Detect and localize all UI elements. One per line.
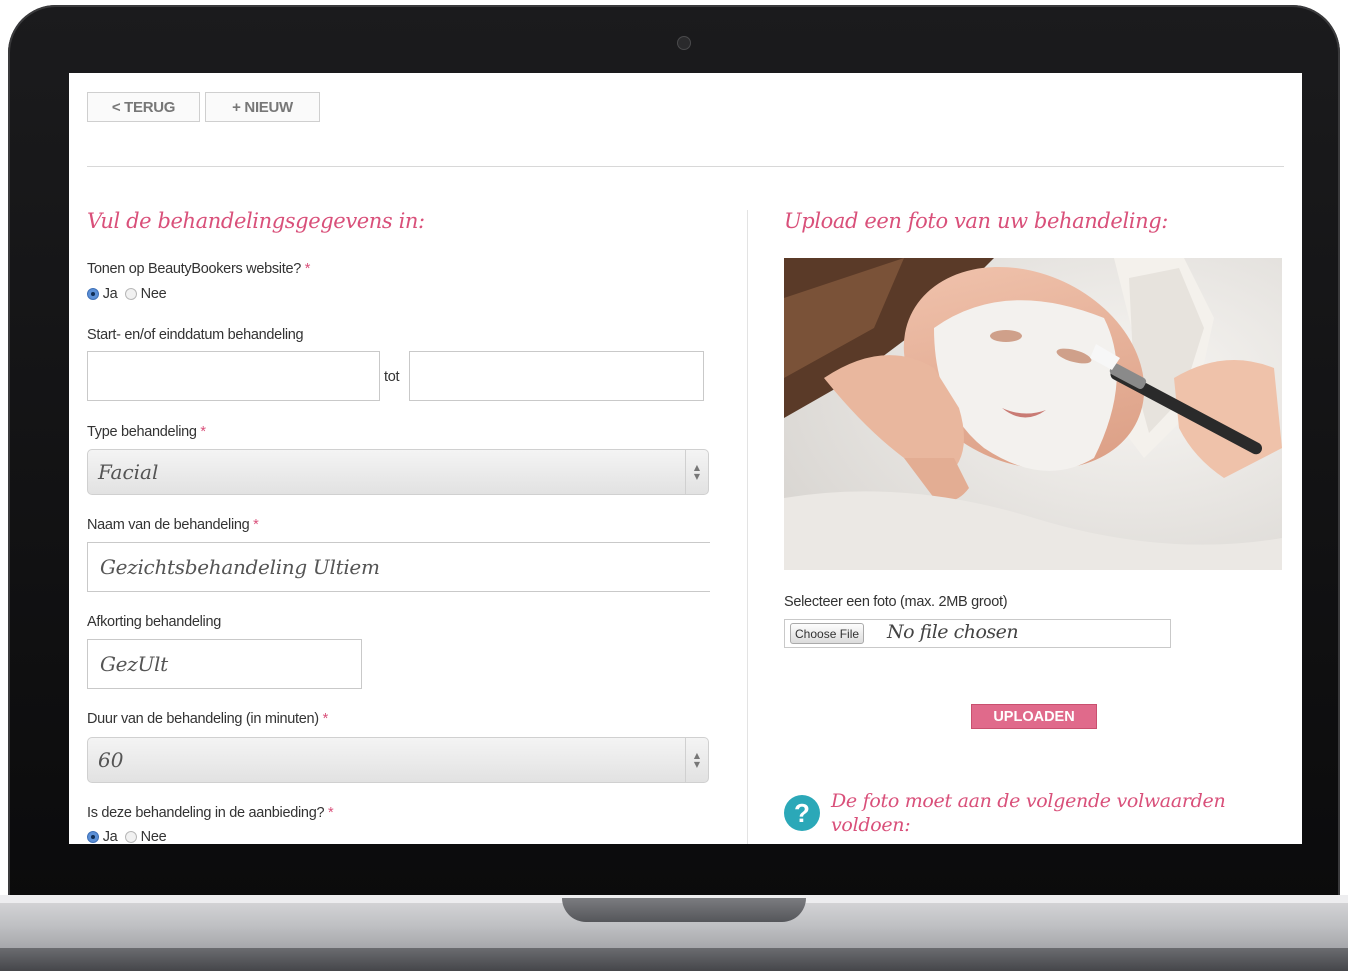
show-on-site-radio-group: Ja Nee [87, 286, 167, 302]
duration-label: Duur van de behandeling (in minuten) * [87, 711, 328, 727]
photo-requirements-text: De foto moet aan de volgende volwaarden … [831, 790, 1226, 836]
select-arrows-icon: ▲ ▼ [685, 738, 708, 782]
select-photo-label: Selecteer een foto (max. 2MB groot) [784, 594, 1008, 610]
name-input[interactable]: Gezichtsbehandeling Ultiem [87, 542, 710, 592]
file-input[interactable]: Choose File No file chosen [784, 619, 1171, 648]
abbreviation-label: Afkorting behandeling [87, 614, 221, 630]
start-date-input[interactable] [87, 351, 380, 401]
end-date-input[interactable] [409, 351, 704, 401]
name-label: Naam van de behandeling * [87, 517, 259, 533]
offer-radio-no-label: Nee [140, 829, 167, 844]
treatment-photo-illustration [784, 258, 1282, 570]
radio-no-label: Nee [140, 286, 167, 302]
type-label: Type behandeling * [87, 424, 206, 440]
type-select[interactable]: Facial ▲ ▼ [87, 449, 709, 495]
type-select-value: Facial [98, 460, 159, 484]
laptop-notch [562, 898, 806, 922]
required-mark: * [200, 424, 206, 440]
duration-select-value: 60 [98, 748, 124, 772]
choose-file-button[interactable]: Choose File [790, 623, 865, 644]
radio-yes[interactable] [87, 288, 99, 300]
back-button[interactable]: < TERUG [87, 92, 200, 122]
abbreviation-input[interactable]: GezUlt [87, 639, 362, 689]
radio-yes-label: Ja [102, 286, 118, 302]
upload-heading: Upload een foto van uw behandeling: [784, 209, 1168, 233]
show-on-site-label: Tonen op BeautyBookers website? * [87, 261, 310, 277]
offer-label-text: Is deze behandeling in de aanbieding? [87, 805, 325, 821]
form-heading: Vul de behandelingsgegevens in: [87, 209, 425, 233]
offer-radio-no[interactable] [124, 831, 137, 843]
date-range-separator: tot [384, 369, 400, 385]
required-mark: * [304, 261, 311, 277]
camera-icon [677, 36, 691, 50]
name-label-text: Naam van de behandeling [87, 517, 250, 533]
show-on-site-label-text: Tonen op BeautyBookers website? [87, 261, 301, 277]
offer-radio-group: Ja Nee [87, 829, 167, 844]
offer-label: Is deze behandeling in de aanbieding? * [87, 805, 334, 821]
duration-label-text: Duur van de behandeling (in minuten) [87, 711, 319, 727]
upload-button[interactable]: UPLOADEN [971, 704, 1097, 729]
treatment-photo [784, 258, 1282, 570]
offer-radio-yes[interactable] [87, 831, 99, 843]
column-divider [747, 210, 748, 844]
offer-radio-yes-label: Ja [102, 829, 118, 844]
date-label: Start- en/of einddatum behandeling [87, 327, 304, 343]
new-button[interactable]: + NIEUW [205, 92, 320, 122]
divider [87, 166, 1284, 167]
radio-no[interactable] [124, 288, 137, 300]
required-mark: * [327, 805, 334, 821]
no-file-text: No file chosen [887, 621, 1019, 643]
help-icon: ? [784, 795, 820, 831]
duration-select[interactable]: 60 ▲ ▼ [87, 737, 709, 783]
screen: < TERUG + NIEUW Vul de behandelingsgegev… [69, 73, 1302, 844]
required-mark: * [322, 711, 329, 727]
required-mark: * [253, 517, 259, 533]
select-arrows-icon: ▲ ▼ [685, 450, 708, 494]
laptop-base-bottom [0, 948, 1348, 971]
type-label-text: Type behandeling [87, 424, 197, 440]
